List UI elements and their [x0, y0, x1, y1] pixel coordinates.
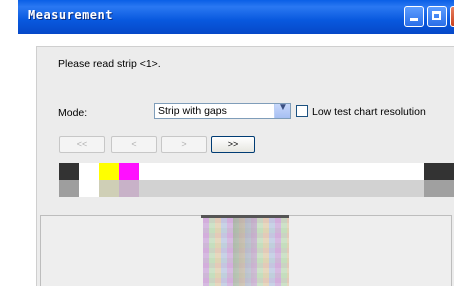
minimize-button[interactable]: [404, 6, 424, 27]
maximize-icon: [432, 11, 441, 20]
minimize-icon: [410, 18, 418, 21]
measurement-panel: Please read strip <1>. Mode: Strip with …: [36, 46, 454, 286]
mode-select[interactable]: Strip with gaps ▼: [154, 102, 291, 119]
first-strip-button[interactable]: <<: [59, 136, 105, 153]
color-swatch: [59, 180, 79, 197]
test-chart-preview-image: [203, 218, 289, 286]
color-swatch: [99, 180, 119, 197]
color-swatch: [139, 180, 424, 197]
color-swatch: [119, 180, 139, 197]
previous-strip-button[interactable]: <: [111, 136, 157, 153]
color-swatch: [99, 163, 119, 180]
mode-label: Mode:: [58, 107, 88, 119]
mode-select-value: Strip with gaps: [158, 105, 227, 117]
color-swatch: [139, 163, 424, 180]
color-swatch: [424, 163, 454, 180]
next-strip-button[interactable]: >: [161, 136, 207, 153]
close-button[interactable]: ✕: [450, 6, 454, 27]
strip-bottom-row: [59, 180, 454, 197]
measurement-window: Measurement ✕ Please read strip <1>. Mod…: [18, 0, 454, 286]
chevron-down-icon: ▼: [278, 102, 288, 113]
window-title: Measurement: [28, 8, 113, 22]
color-swatch: [79, 163, 99, 180]
strip-top-row: [59, 163, 454, 180]
low-resolution-label: Low test chart resolution: [312, 106, 426, 118]
dropdown-arrow-button[interactable]: ▼: [274, 102, 290, 118]
color-swatch: [59, 163, 79, 180]
color-swatch: [119, 163, 139, 180]
test-strip-swatches: [59, 163, 454, 197]
low-resolution-checkbox[interactable]: [296, 105, 308, 117]
strip-preview-area: [40, 215, 452, 286]
title-bar[interactable]: Measurement ✕: [18, 0, 454, 34]
color-swatch: [79, 180, 99, 197]
instruction-text: Please read strip <1>.: [58, 58, 161, 70]
last-strip-button[interactable]: >>: [211, 136, 255, 153]
maximize-button[interactable]: [427, 6, 447, 27]
color-swatch: [424, 180, 454, 197]
